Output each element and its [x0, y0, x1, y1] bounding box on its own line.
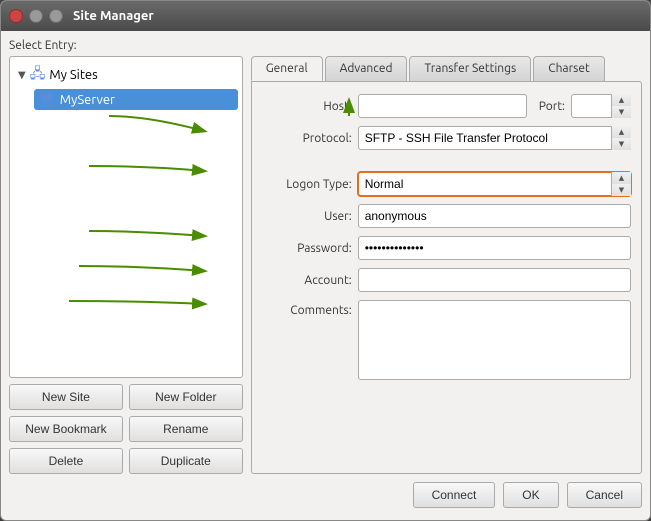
port-spinner[interactable]: ▲ ▼: [611, 94, 631, 118]
account-row: Account:: [262, 268, 631, 292]
connect-button[interactable]: Connect: [413, 482, 496, 508]
protocol-wrapper: SFTP - SSH File Transfer Protocol ▲ ▼: [358, 126, 631, 150]
tree-arrow: ▼: [18, 69, 26, 81]
password-input[interactable]: [358, 236, 631, 260]
account-input[interactable]: [358, 268, 631, 292]
user-input[interactable]: [358, 204, 631, 228]
host-label: Host:: [262, 100, 352, 113]
new-folder-button[interactable]: New Folder: [129, 384, 243, 410]
tab-general[interactable]: General: [251, 56, 323, 81]
account-label: Account:: [262, 274, 352, 287]
duplicate-button[interactable]: Duplicate: [129, 448, 243, 474]
logon-wrapper: Normal ▲ ▼: [358, 172, 631, 196]
cancel-button[interactable]: Cancel: [567, 482, 642, 508]
folder-icon: 🖧: [30, 63, 46, 87]
user-row: User:: [262, 204, 631, 228]
port-wrapper: ▲ ▼: [571, 94, 631, 118]
new-site-button[interactable]: New Site: [9, 384, 123, 410]
host-input[interactable]: [358, 94, 527, 118]
window-title: Site Manager: [73, 9, 154, 23]
tab-transfer-settings[interactable]: Transfer Settings: [409, 56, 531, 81]
protocol-down[interactable]: ▼: [612, 138, 631, 150]
logon-spinner[interactable]: ▲ ▼: [611, 172, 631, 196]
btn-row-3: Delete Duplicate: [9, 448, 243, 474]
bottom-buttons: Connect OK Cancel: [9, 474, 642, 512]
tree-child-label: MyServer: [60, 93, 115, 107]
minimize-button[interactable]: [29, 9, 43, 23]
protocol-up[interactable]: ▲: [612, 126, 631, 138]
protocol-label: Protocol:: [262, 132, 352, 145]
main-area: ▼ 🖧 My Sites 🖥 MyServer New Site New Fo: [9, 56, 642, 474]
maximize-button[interactable]: [49, 9, 63, 23]
rename-button[interactable]: Rename: [129, 416, 243, 442]
comments-textarea[interactable]: [358, 300, 631, 380]
left-panel: ▼ 🖧 My Sites 🖥 MyServer New Site New Fo: [9, 56, 243, 474]
server-icon: 🖥: [38, 91, 56, 108]
logon-select[interactable]: Normal: [358, 172, 631, 196]
port-down[interactable]: ▼: [612, 106, 631, 118]
user-label: User:: [262, 210, 352, 223]
tab-advanced[interactable]: Advanced: [325, 56, 408, 81]
protocol-spinner[interactable]: ▲ ▼: [611, 126, 631, 150]
btn-row-2: New Bookmark Rename: [9, 416, 243, 442]
tree-server-item[interactable]: 🖥 MyServer: [34, 89, 238, 110]
port-label: Port:: [539, 100, 565, 113]
logon-row: Logon Type: Normal ▲ ▼: [262, 172, 631, 196]
tree-child: 🖥 MyServer: [34, 89, 238, 110]
comments-label: Comments:: [262, 304, 352, 317]
protocol-row: Protocol: SFTP - SSH File Transfer Proto…: [262, 126, 631, 150]
ok-button[interactable]: OK: [503, 482, 558, 508]
tab-content: Host: Port: ▲ ▼ Protocol:: [251, 81, 642, 474]
site-manager-window: Site Manager Select Entry: ▼ 🖧 My Sites …: [0, 0, 651, 521]
password-label: Password:: [262, 242, 352, 255]
right-panel: General Advanced Transfer Settings Chars…: [251, 56, 642, 474]
titlebar: Site Manager: [1, 1, 650, 31]
btn-row-1: New Site New Folder: [9, 384, 243, 410]
protocol-select[interactable]: SFTP - SSH File Transfer Protocol: [358, 126, 631, 150]
port-up[interactable]: ▲: [612, 94, 631, 106]
window-content: Select Entry: ▼ 🖧 My Sites 🖥 MyServer: [1, 31, 650, 520]
tree-root-label: My Sites: [49, 68, 97, 82]
logon-label: Logon Type:: [262, 178, 352, 191]
comments-row: Comments:: [262, 300, 631, 380]
tree-container: ▼ 🖧 My Sites 🖥 MyServer: [9, 56, 243, 378]
close-button[interactable]: [9, 9, 23, 23]
tree-root[interactable]: ▼ 🖧 My Sites: [14, 61, 238, 89]
select-entry-label: Select Entry:: [9, 39, 642, 52]
tab-charset[interactable]: Charset: [533, 56, 604, 81]
new-bookmark-button[interactable]: New Bookmark: [9, 416, 123, 442]
host-row: Host: Port: ▲ ▼: [262, 94, 631, 118]
delete-button[interactable]: Delete: [9, 448, 123, 474]
logon-down[interactable]: ▼: [612, 184, 631, 196]
spacer: [262, 158, 631, 164]
logon-up[interactable]: ▲: [612, 172, 631, 184]
tabs: General Advanced Transfer Settings Chars…: [251, 56, 642, 81]
password-row: Password:: [262, 236, 631, 260]
